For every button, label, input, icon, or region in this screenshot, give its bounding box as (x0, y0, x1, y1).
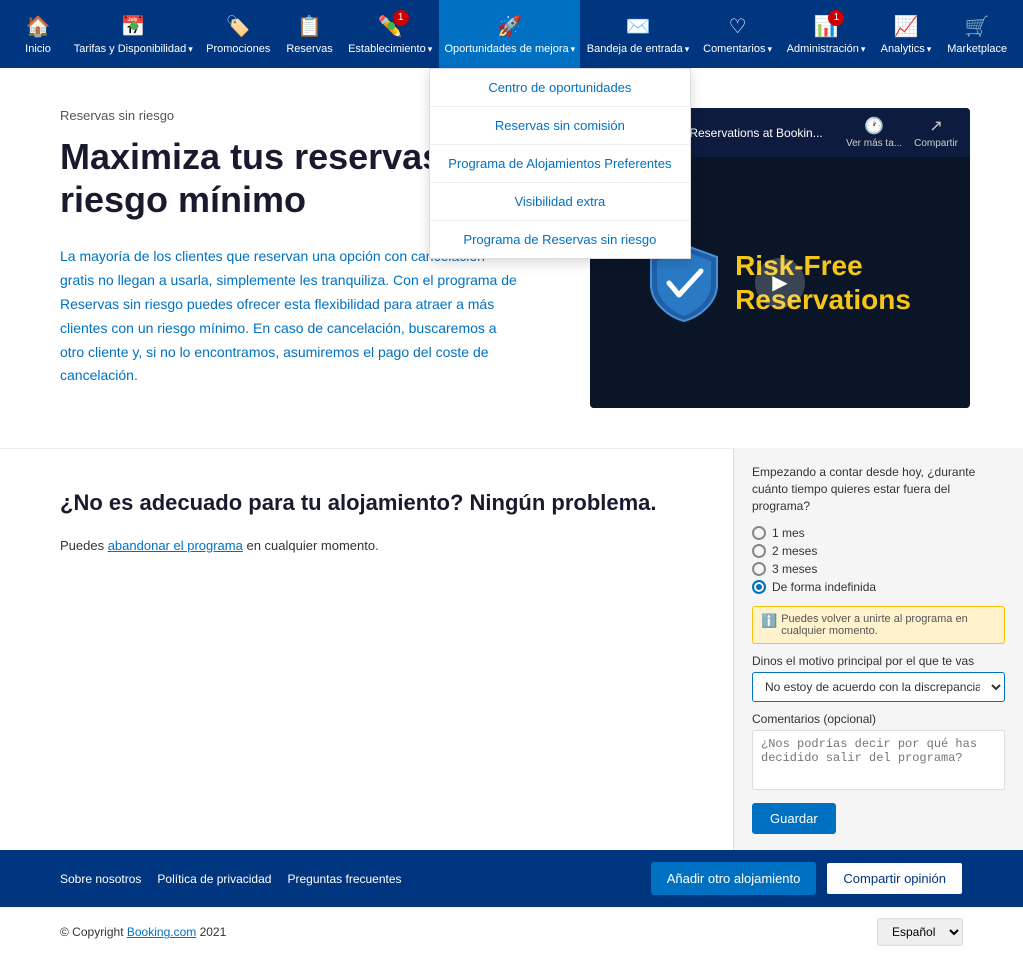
establecimiento-badge: 1 (393, 10, 409, 26)
nav-establecimiento[interactable]: ✏️ 1 Establecimiento▾ (341, 0, 439, 68)
nav-marketplace[interactable]: 🛒 Marketplace (939, 0, 1015, 68)
nav-oportunidades-label: Oportunidades de mejora▾ (445, 43, 576, 55)
radio-circle-4 (752, 580, 766, 594)
radio-group: 1 mes 2 meses 3 meses De forma indefinid… (752, 526, 1005, 594)
info-note: ℹ️ Puedes volver a unirte al programa en… (752, 606, 1005, 644)
radio-circle-1 (752, 526, 766, 540)
desc-before: Puedes (60, 538, 108, 553)
establecimiento-dot (387, 22, 395, 30)
language-select[interactable]: Español (877, 918, 963, 946)
watch-later-label: Ver más ta... (846, 138, 902, 149)
nav-analytics-label: Analytics▾ (881, 43, 932, 55)
abandon-link[interactable]: abandonar el programa (108, 538, 243, 553)
bottom-right: Empezando a contar desde hoy, ¿durante c… (733, 448, 1023, 850)
video-watch-later[interactable]: 🕐 Ver más ta... (846, 116, 902, 149)
bottom-desc: Puedes abandonar el programa en cualquie… (60, 538, 673, 553)
dropdown-item-5[interactable]: Programa de Reservas sin riesgo (430, 221, 689, 258)
nav-analytics[interactable]: 📈 Analytics▾ (873, 0, 940, 68)
radio-indefinida[interactable]: De forma indefinida (752, 580, 1005, 594)
radio-circle-3 (752, 562, 766, 576)
save-button[interactable]: Guardar (752, 803, 836, 834)
video-actions: 🕐 Ver más ta... ↗ Compartir (846, 116, 958, 149)
tarifas-dot (130, 22, 138, 30)
reason-select[interactable]: No estoy de acuerdo con la discrepancia … (752, 672, 1005, 702)
navbar: 🏠 Inicio 📅 Tarifas y Disponibilidad▾ 🏷️ … (0, 0, 1023, 68)
br-question: Empezando a contar desde hoy, ¿durante c… (752, 464, 1005, 514)
reason-label: Dinos el motivo principal por el que te … (752, 654, 1005, 668)
copyright-text: © Copyright Booking.com 2021 (60, 925, 226, 939)
dropdown-item-1[interactable]: Centro de oportunidades (430, 69, 689, 107)
nav-administracion-label: Administración▾ (787, 43, 866, 55)
footer-buttons: Añadir otro alojamiento Compartir opinió… (651, 862, 963, 895)
radio-label-3: 3 meses (772, 562, 817, 576)
comments-label: Comentarios (opcional) (752, 712, 1005, 726)
nav-promociones[interactable]: 🏷️ Promociones (198, 0, 278, 68)
nav-bandeja-label: Bandeja de entrada▾ (587, 43, 690, 55)
nav-administracion[interactable]: 📊 1 Administración▾ (780, 0, 873, 68)
nav-bandeja[interactable]: ✉️ Bandeja de entrada▾ (580, 0, 695, 68)
radio-circle-2 (752, 544, 766, 558)
video-share[interactable]: ↗ Compartir (914, 116, 958, 149)
info-icon: ℹ️ (761, 613, 777, 629)
bottom-section: ¿No es adecuado para tu alojamiento? Nin… (0, 448, 1023, 850)
radio-label-2: 2 meses (772, 544, 817, 558)
nav-comentarios[interactable]: ♡ Comentarios▾ (696, 0, 780, 68)
dropdown-item-3[interactable]: Programa de Alojamientos Preferentes (430, 145, 689, 183)
mail-icon: ✉️ (626, 14, 651, 39)
comments-textarea[interactable] (752, 730, 1005, 790)
rocket-icon: 🚀 (497, 14, 522, 39)
dropdown-item-4[interactable]: Visibilidad extra (430, 183, 689, 221)
home-icon: 🏠 (26, 14, 51, 39)
hero-description: La mayoría de los clientes que reservan … (60, 245, 520, 388)
footer-link-privacidad[interactable]: Política de privacidad (157, 872, 271, 886)
dropdown-item-2[interactable]: Reservas sin comisión (430, 107, 689, 145)
nav-marketplace-label: Marketplace (947, 43, 1007, 55)
bottom-title: ¿No es adecuado para tu alojamiento? Nin… (60, 489, 673, 518)
oportunidades-dropdown: Centro de oportunidades Reservas sin com… (429, 68, 690, 259)
admin-icon: 📊 1 (814, 14, 839, 39)
radio-2meses[interactable]: 2 meses (752, 544, 1005, 558)
nav-comentarios-label: Comentarios▾ (703, 43, 772, 55)
copyright-prefix: © Copyright (60, 925, 127, 939)
list-icon: 📋 (297, 14, 322, 39)
nav-inicio[interactable]: 🏠 Inicio (8, 0, 68, 68)
footer-link-sobre[interactable]: Sobre nosotros (60, 872, 141, 886)
calendar-icon: 📅 (121, 14, 146, 39)
footer-nav: Sobre nosotros Política de privacidad Pr… (0, 850, 1023, 907)
radio-3meses[interactable]: 3 meses (752, 562, 1005, 576)
nav-oportunidades[interactable]: 🚀 Oportunidades de mejora▾ Centro de opo… (439, 0, 580, 68)
analytics-icon: 📈 (894, 14, 919, 39)
booking-brand-link[interactable]: Booking.com (127, 925, 196, 939)
play-button[interactable]: ▶ (755, 258, 805, 308)
footer-bottom: © Copyright Booking.com 2021 Español (0, 907, 1023, 956)
info-text: Puedes volver a unirte al programa en cu… (781, 613, 996, 637)
edit-icon: ✏️ 1 (378, 14, 403, 39)
copyright-year: 2021 (196, 925, 226, 939)
nav-promociones-label: Promociones (206, 43, 270, 55)
radio-label-4: De forma indefinida (772, 580, 876, 594)
admin-badge: 1 (828, 10, 844, 26)
tag-icon: 🏷️ (226, 14, 251, 39)
nav-tarifas[interactable]: 📅 Tarifas y Disponibilidad▾ (68, 0, 198, 68)
share-icon: ↗ (929, 116, 942, 136)
footer-link-faq[interactable]: Preguntas frecuentes (287, 872, 401, 886)
share-label: Compartir (914, 138, 958, 149)
add-property-button[interactable]: Añadir otro alojamiento (651, 862, 817, 895)
nav-inicio-label: Inicio (25, 43, 51, 55)
nav-reservas[interactable]: 📋 Reservas (278, 0, 341, 68)
footer-links: Sobre nosotros Política de privacidad Pr… (60, 872, 402, 886)
clock-icon: 🕐 (864, 116, 884, 136)
share-opinion-button[interactable]: Compartir opinión (826, 862, 963, 895)
radio-1mes[interactable]: 1 mes (752, 526, 1005, 540)
nav-tarifas-label: Tarifas y Disponibilidad▾ (74, 43, 193, 55)
desc-after: en cualquier momento. (243, 538, 379, 553)
bottom-left: ¿No es adecuado para tu alojamiento? Nin… (0, 448, 733, 850)
nav-reservas-label: Reservas (286, 43, 332, 55)
radio-label-1: 1 mes (772, 526, 805, 540)
nav-establecimiento-label: Establecimiento▾ (348, 43, 432, 55)
marketplace-icon: 🛒 (965, 14, 990, 39)
heart-icon: ♡ (729, 14, 747, 39)
